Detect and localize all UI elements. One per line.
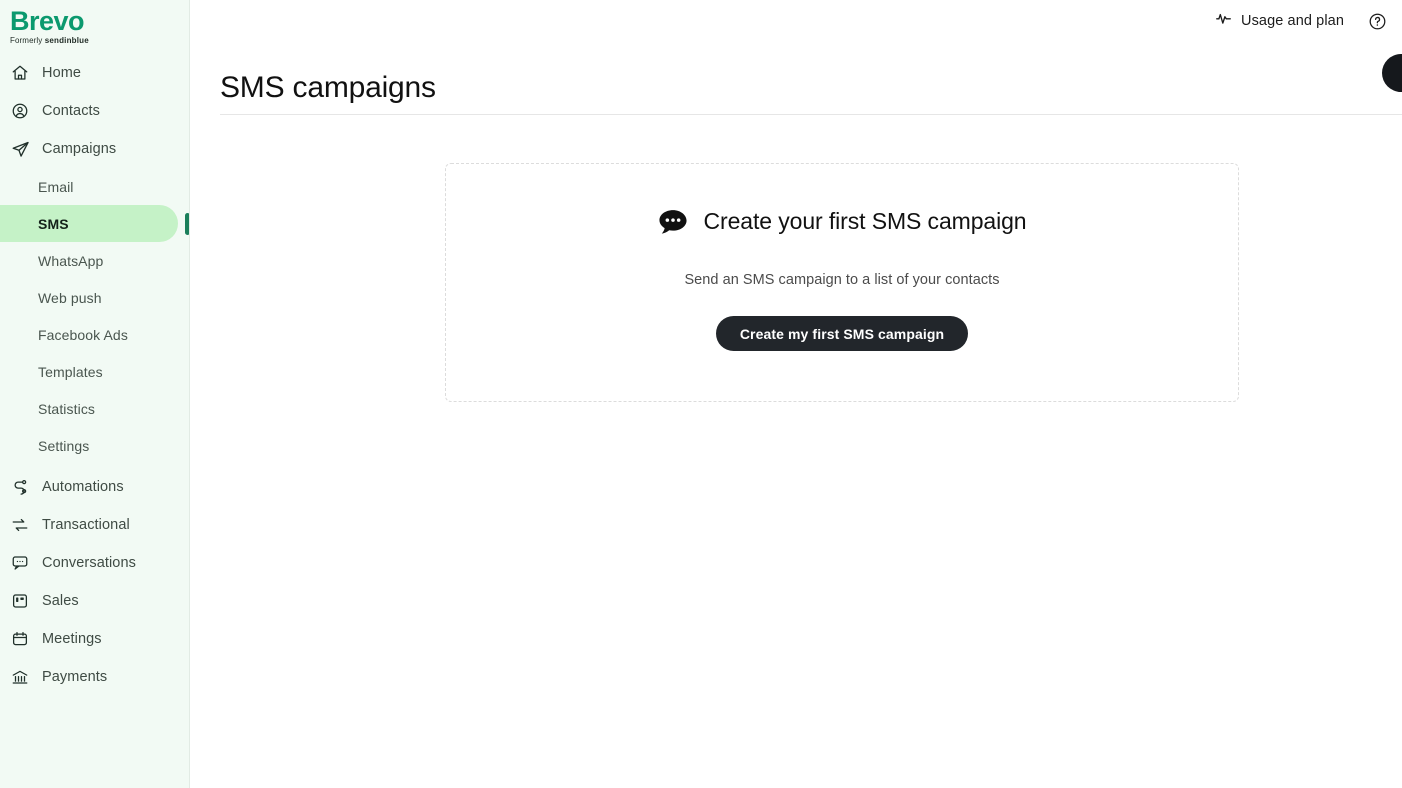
sidebar-item-label: Transactional	[42, 517, 130, 533]
empty-state-subtitle: Send an SMS campaign to a list of your c…	[684, 272, 1000, 288]
empty-state-header: Create your first SMS campaign	[658, 208, 1027, 235]
transactional-icon	[10, 515, 30, 535]
usage-and-plan-button[interactable]: Usage and plan	[1215, 10, 1344, 32]
sidebar-item-label: Home	[42, 65, 82, 81]
sidebar-item-web-push[interactable]: Web push	[0, 279, 178, 316]
content-area: Create your first SMS campaign Send an S…	[190, 115, 1402, 402]
sales-icon	[10, 591, 30, 611]
sidebar-subitem-label: Web push	[38, 289, 102, 306]
home-icon	[10, 63, 30, 83]
create-first-sms-campaign-button[interactable]: Create my first SMS campaign	[715, 316, 969, 351]
sidebar-item-facebook-ads[interactable]: Facebook Ads	[0, 316, 178, 353]
sidebar-item-payments[interactable]: Payments	[0, 658, 189, 696]
sidebar-item-label: Payments	[42, 669, 108, 685]
sidebar-item-whatsapp[interactable]: WhatsApp	[0, 242, 178, 279]
help-circle-icon[interactable]	[1366, 10, 1388, 32]
brand-logo-subtitle: Formerly sendinblue	[10, 36, 189, 45]
contacts-icon	[10, 101, 30, 121]
sidebar-item-sms[interactable]: SMS	[0, 205, 189, 242]
main-content: Usage and plan SMS campaigns Create your…	[190, 0, 1402, 788]
top-bar: Usage and plan	[190, 0, 1402, 42]
sidebar-item-label: Automations	[42, 479, 124, 495]
sidebar-item-label: Sales	[42, 593, 79, 609]
activity-pulse-icon	[1215, 10, 1232, 32]
empty-state-card: Create your first SMS campaign Send an S…	[445, 163, 1239, 402]
sidebar-item-label: Contacts	[42, 103, 101, 119]
sidebar-item-settings[interactable]: Settings	[0, 427, 178, 464]
brand-logo-text: Brevo	[10, 6, 85, 36]
sidebar-item-label: Meetings	[42, 631, 102, 647]
sidebar-item-transactional[interactable]: Transactional	[0, 506, 189, 544]
sidebar-item-meetings[interactable]: Meetings	[0, 620, 189, 658]
conversations-icon	[10, 553, 30, 573]
sidebar-subitem-label: Settings	[38, 437, 90, 454]
sidebar-subitem-label: Facebook Ads	[38, 326, 128, 343]
sidebar-subitem-label: WhatsApp	[38, 252, 104, 269]
empty-state-title: Create your first SMS campaign	[703, 208, 1027, 234]
sidebar-item-label: Conversations	[42, 555, 136, 571]
sidebar-item-contacts[interactable]: Contacts	[0, 92, 189, 130]
brand-old-name: sendinblue	[44, 36, 89, 45]
sidebar-item-sales[interactable]: Sales	[0, 582, 189, 620]
sidebar-subitem-label: Statistics	[38, 400, 96, 417]
sidebar-item-home[interactable]: Home	[0, 54, 189, 92]
sidebar-item-campaigns[interactable]: Campaigns	[0, 130, 189, 168]
page-header: SMS campaigns	[190, 42, 1402, 114]
brand-formerly-label: Formerly	[10, 36, 43, 45]
sidebar-subitem-label: Templates	[38, 363, 103, 380]
usage-and-plan-label: Usage and plan	[1241, 13, 1344, 29]
payments-bank-icon	[10, 667, 30, 687]
app-root: Brevo Formerly sendinblue Home Contacts …	[0, 0, 1402, 788]
sidebar-item-email[interactable]: Email	[0, 168, 178, 205]
sidebar-subitem-label: SMS	[38, 215, 69, 232]
sidebar-item-label: Campaigns	[42, 141, 117, 157]
page-title: SMS campaigns	[220, 71, 436, 105]
sidebar-item-conversations[interactable]: Conversations	[0, 544, 189, 582]
sidebar-item-automations[interactable]: Automations	[0, 468, 189, 506]
sidebar-item-templates[interactable]: Templates	[0, 353, 178, 390]
meetings-calendar-icon	[10, 629, 30, 649]
sidebar-item-statistics[interactable]: Statistics	[0, 390, 178, 427]
brand-logo[interactable]: Brevo Formerly sendinblue	[0, 0, 189, 48]
automations-icon	[10, 477, 30, 497]
sidebar: Brevo Formerly sendinblue Home Contacts …	[0, 0, 190, 788]
sidebar-subitem-label: Email	[38, 178, 74, 195]
sidebar-nav: Home Contacts Campaigns Email SMS WhatsA…	[0, 54, 189, 696]
chat-bubble-dots-icon	[658, 209, 688, 235]
campaigns-paper-plane-icon	[10, 139, 30, 159]
